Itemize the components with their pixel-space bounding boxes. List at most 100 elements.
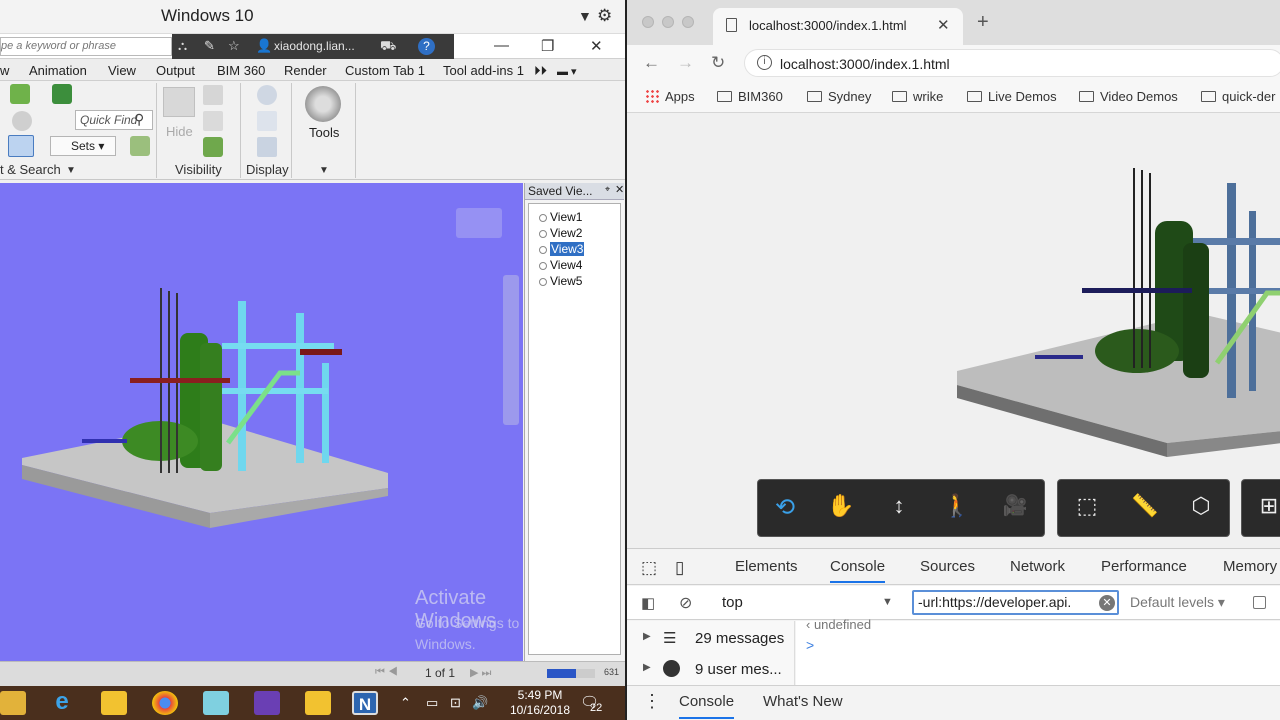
explode-icon[interactable]: ⬚ [1072,493,1102,523]
viewpoint-item[interactable]: View1 [539,210,582,224]
hide-unselected-icon[interactable] [203,111,223,131]
user-name[interactable]: xiaodong.lian... [274,39,355,53]
navisworks-icon[interactable]: N [352,691,378,715]
tab-view[interactable]: View [108,63,136,78]
forward-icon[interactable]: → [677,53,694,73]
group-similar-checkbox[interactable] [1253,596,1266,609]
tab-network[interactable]: Network [1010,558,1065,575]
docs-icon[interactable] [203,691,229,715]
restore-icon[interactable]: ❐ [541,37,554,55]
pan-icon[interactable]: ✋ [826,493,856,523]
selection-tree-icon[interactable] [8,135,34,157]
system-clock[interactable]: 5:49 PM 10/16/2018 [505,688,575,718]
require-icon[interactable] [203,85,223,105]
sidebar-toggle-icon[interactable]: ◧ [641,594,655,612]
panel-close-icon[interactable]: ✕ [615,183,624,196]
star-icon[interactable]: ☆ [228,38,240,54]
bookmark-video-demos[interactable]: Video Demos [1079,89,1178,104]
viewpoint-item[interactable]: View4 [539,258,582,272]
page-next-icons[interactable]: ▶ ⏭ [470,666,491,680]
camera-icon[interactable]: 🎥 [1000,493,1030,523]
select-tree-icon[interactable] [12,111,32,131]
tab-custom-tab-1[interactable]: Custom Tab 1 [345,63,425,78]
quick-properties-icon[interactable] [257,137,277,157]
new-tab-icon[interactable]: + [977,11,989,34]
battery-icon[interactable]: ▭ [426,695,438,711]
pin-icon[interactable]: ⌖ [605,184,610,195]
minimize-window-button[interactable] [662,16,674,28]
log-levels-select[interactable]: Default levels ▾ [1130,594,1225,611]
page-nav-icons[interactable]: ⏮ ◀ [375,666,398,679]
select-same-icon[interactable] [52,84,72,104]
help-icon[interactable] [101,691,127,715]
internet-explorer-icon[interactable]: e [49,690,75,715]
zoom-icon[interactable]: ↕ [884,493,914,523]
sidebar-messages[interactable]: ▶ ☰ 29 messages [627,623,795,654]
search-icon[interactable]: ⚲ [134,111,144,128]
dropdown-arrow-icon[interactable]: ▼ [578,8,592,24]
file-explorer-icon[interactable] [0,691,26,715]
tools-expand-icon[interactable]: ▼ [319,165,329,176]
tab-console[interactable]: Console [830,558,886,583]
hide-cube-icon[interactable] [163,87,195,117]
context-select[interactable]: top ▼ [722,594,897,611]
zoom-window-button[interactable] [682,16,694,28]
group-expand-icon[interactable]: ▼ [66,165,76,176]
minimize-icon[interactable]: — [494,37,509,54]
unhide-all-icon[interactable] [203,137,223,157]
visual-studio-icon[interactable] [254,691,280,715]
bookmark-bim360[interactable]: BIM360 [717,89,783,104]
drawer-tab-console[interactable]: Console [679,693,735,719]
drawer-menu-icon[interactable]: ⋮ [643,691,661,712]
hide-button-label[interactable]: Hide [166,124,193,139]
volume-icon[interactable]: 🔊 [472,695,488,711]
clear-filter-icon[interactable]: ✕ [1099,595,1115,611]
select-icon[interactable] [10,84,30,104]
viewpoint-item[interactable]: View5 [539,274,582,288]
close-window-button[interactable] [642,16,654,28]
bookmark-apps[interactable]: Apps [645,89,695,104]
console-filter-input[interactable]: -url:https://developer.api. [912,590,1119,615]
tab-render[interactable]: Render [284,63,327,78]
tab-truncated[interactable]: w [0,63,9,78]
properties-icon[interactable] [257,111,277,131]
tab-elements[interactable]: Elements [735,558,798,575]
tab-performance[interactable]: Performance [1101,558,1187,575]
tools-button-label[interactable]: Tools [309,125,339,140]
help-icon[interactable]: ? [418,38,435,55]
tab-memory[interactable]: Memory [1223,558,1277,575]
user-icon[interactable]: 👤 [256,38,272,54]
address-bar[interactable]: i localhost:3000/index.1.html [744,49,1280,77]
bookmark-live-demos[interactable]: Live Demos [967,89,1057,104]
back-icon[interactable]: ← [643,53,660,73]
tray-overflow-icon[interactable]: ⌃ [400,695,411,711]
tab-output[interactable]: Output [156,63,195,78]
console-prompt[interactable]: > [806,637,814,653]
more-tabs-icon[interactable]: ⏵⏵ [534,63,547,79]
model-browser-icon[interactable]: ⊞ [1254,493,1280,523]
tools-icon[interactable] [305,86,341,122]
info-icon[interactable]: i [757,55,772,70]
tab-bim360[interactable]: BIM 360 [217,63,265,78]
orbit-icon[interactable]: ⟲ [770,493,800,523]
inspect-icon[interactable]: ⬚ [641,558,657,578]
bookmark-sydney[interactable]: Sydney [807,89,871,104]
sets-dropdown[interactable]: Sets ▾ [50,136,116,156]
drawer-tab-whats-new[interactable]: What's New [763,693,843,710]
tab-close-icon[interactable]: ✕ [937,16,950,34]
tab-animation[interactable]: Animation [29,63,87,78]
device-toggle-icon[interactable]: ▯ [675,558,684,578]
first-person-icon[interactable]: 🚶 [942,493,972,523]
bookmark-wrike[interactable]: wrike [892,89,943,104]
clear-console-icon[interactable]: ⊘ [679,593,692,613]
tab-tool-addins-1[interactable]: Tool add-ins 1 [443,63,524,78]
sidebar-user-messages[interactable]: ▶ 9 user mes... [627,654,795,685]
section-icon[interactable]: ⬡ [1186,493,1216,523]
cart-icon[interactable]: ⛟ [380,38,396,56]
close-icon[interactable]: ✕ [590,37,603,55]
viewpoint-item-selected[interactable]: View3 [539,242,585,256]
navigation-bar[interactable] [503,275,519,425]
bookmark-quick-der[interactable]: quick-der [1201,89,1275,104]
help-2-icon[interactable] [305,691,331,715]
forge-viewer[interactable]: ⟲ ✋ ↕ 🚶 🎥 ⬚ 📏 ⬡ ⊞ [627,113,1280,548]
